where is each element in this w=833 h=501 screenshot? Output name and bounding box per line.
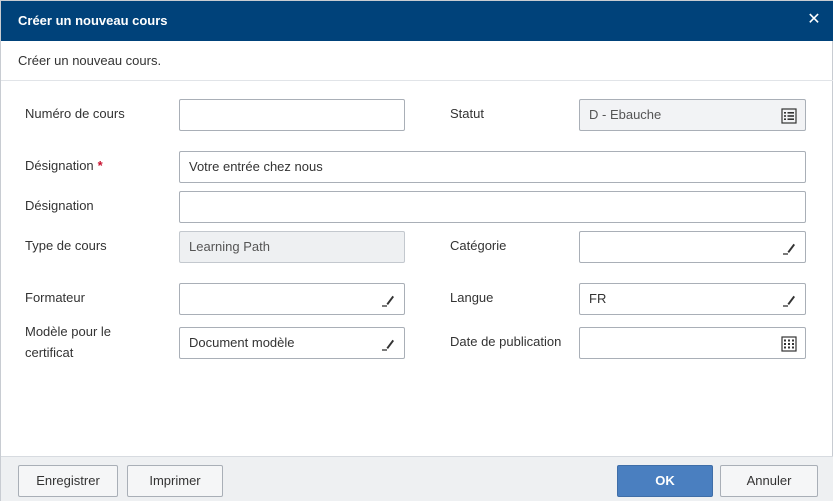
- required-marker: *: [97, 158, 103, 173]
- course-number-field[interactable]: [179, 99, 405, 131]
- trainer-label: Formateur: [25, 290, 85, 305]
- certificate-template-value: Document modèle: [189, 335, 295, 350]
- dialog-subtitle: Créer un nouveau cours.: [18, 53, 162, 68]
- designation-field[interactable]: Votre entrée chez nous: [179, 151, 806, 183]
- designation-label: Désignation *: [25, 156, 103, 176]
- pencil-icon[interactable]: [380, 292, 396, 308]
- save-button[interactable]: Enregistrer: [18, 465, 118, 497]
- list-icon[interactable]: [781, 108, 797, 124]
- certificate-template-field[interactable]: Document modèle: [179, 327, 405, 359]
- close-icon[interactable]: ✕: [804, 10, 824, 30]
- status-field[interactable]: D - Ebauche: [579, 99, 806, 131]
- pencil-icon[interactable]: [380, 336, 396, 352]
- create-course-dialog: Créer un nouveau cours ✕ Créer un nouvea…: [0, 0, 833, 501]
- dialog-title: Créer un nouveau cours: [18, 13, 168, 28]
- status-value: D - Ebauche: [589, 107, 662, 122]
- trainer-field[interactable]: [179, 283, 405, 315]
- language-value: FR: [589, 291, 607, 306]
- dialog-titlebar: Créer un nouveau cours ✕: [1, 1, 833, 41]
- publication-date-label: Date de publication: [450, 334, 562, 349]
- certificate-template-label-line1: Modèle pour le: [25, 324, 111, 339]
- course-type-label: Type de cours: [25, 238, 107, 253]
- pencil-icon[interactable]: [781, 240, 797, 256]
- dialog-subtitle-bar: Créer un nouveau cours.: [1, 41, 833, 81]
- designation-secondary-field[interactable]: [179, 191, 806, 223]
- certificate-template-label-line2: certificat: [25, 345, 74, 360]
- print-button[interactable]: Imprimer: [127, 465, 223, 497]
- dialog-footer: Enregistrer Imprimer OK Annuler: [1, 456, 833, 501]
- category-field[interactable]: [579, 231, 806, 263]
- course-number-label: Numéro de cours: [25, 106, 125, 121]
- publication-date-field[interactable]: [579, 327, 806, 359]
- pencil-icon[interactable]: [781, 292, 797, 308]
- language-label: Langue: [450, 290, 494, 305]
- cancel-button[interactable]: Annuler: [720, 465, 818, 497]
- ok-button[interactable]: OK: [617, 465, 713, 497]
- status-label: Statut: [450, 106, 484, 121]
- category-label: Catégorie: [450, 238, 507, 253]
- designation-label-text: Désignation: [25, 158, 94, 173]
- course-type-value: Learning Path: [189, 239, 270, 254]
- language-field[interactable]: FR: [579, 283, 806, 315]
- designation-secondary-label: Désignation: [25, 198, 94, 213]
- course-type-field: Learning Path: [179, 231, 405, 263]
- calendar-icon[interactable]: [781, 336, 797, 352]
- designation-value: Votre entrée chez nous: [189, 159, 323, 174]
